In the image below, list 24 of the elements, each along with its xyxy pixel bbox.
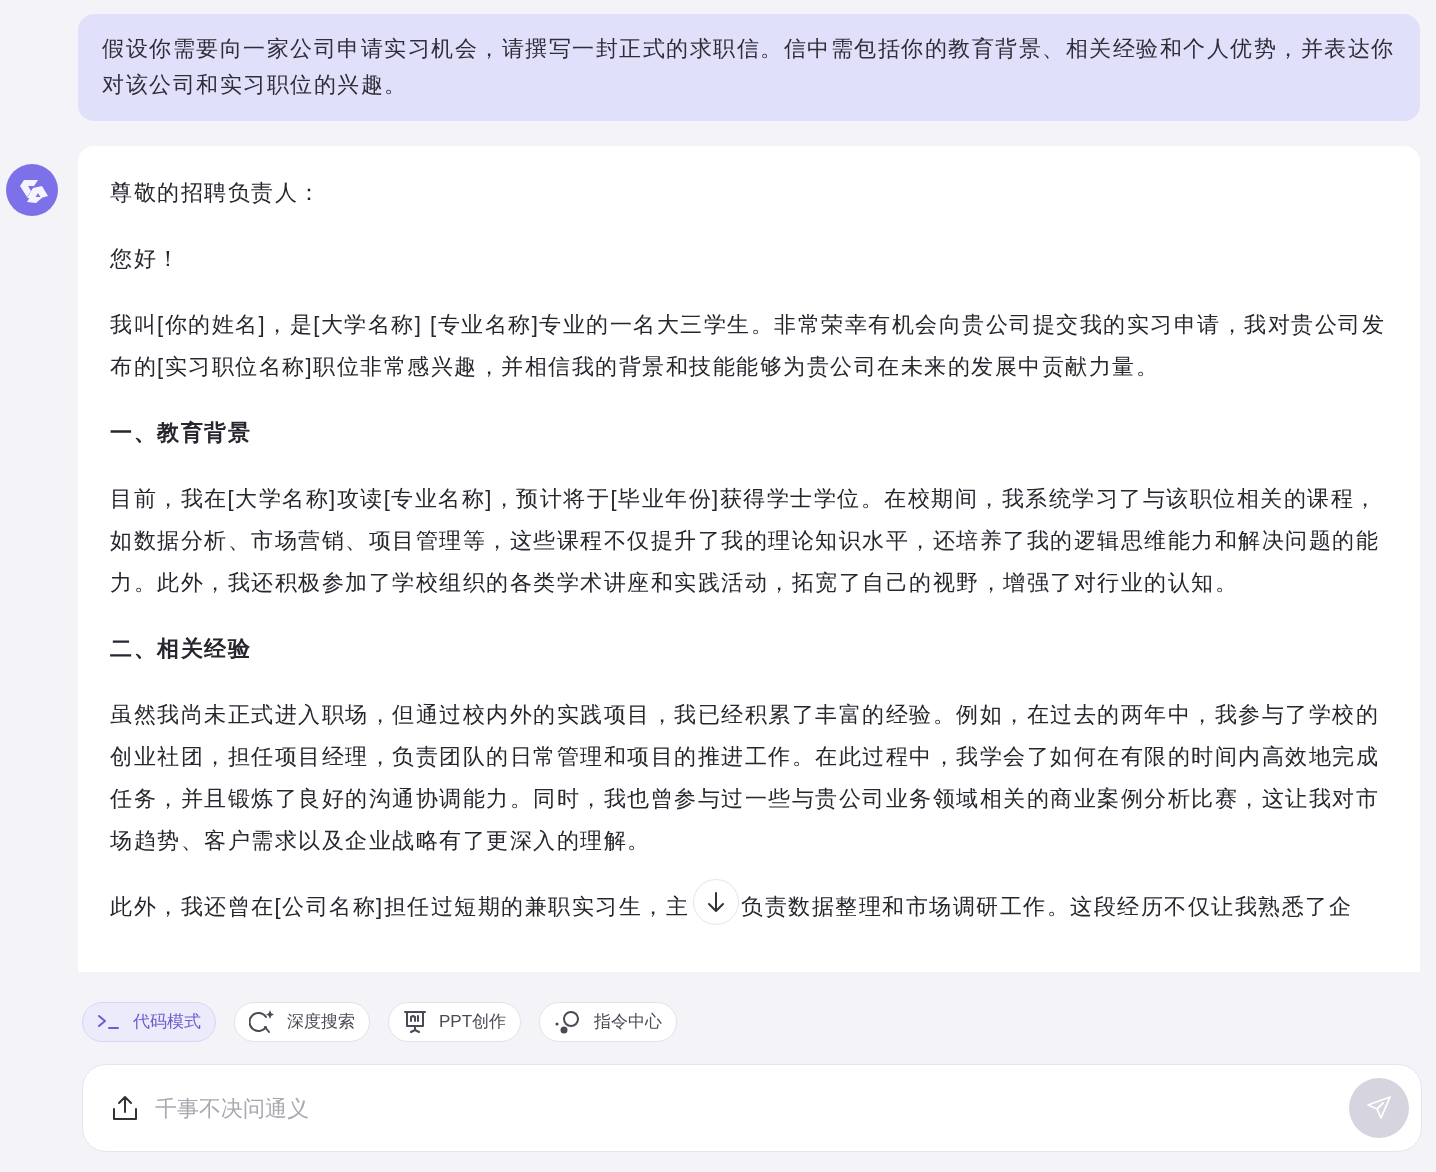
mode-button[interactable]: 代码模式 bbox=[82, 1002, 216, 1042]
paragraph-text: 虽然我尚未正式进入职场，但通过校内外的实践项目，我已经积累了丰富的经验。例如，在过去的两年中，我参与了学校的创业社团，担任项目经理，负责团队的日常管理和项目的推进工作。在此过程中，我学会了如何在有限的时间内高效地完成任务，并且锻炼了良好的沟通协调能力。同时，我也曾参与过一些与贵公司业务领域相关的商业案例分析比赛，这让我对市场趋势、客户需求以及企业战略有了更深入的理解。 bbox=[110, 701, 1380, 855]
paragraph-text: 尊敬的招聘负责人： bbox=[110, 179, 323, 207]
paragraph-text: 目前，我在[大学名称]攻读[专业名称]，预计将于[毕业年份]获得学士学位。在校期间，我系统学习了与该职位相关的课程，如数据分析、市场营销、项目管理等，这些课程不仅提升了我的理论知识水平，还培养了我的逻辑思维能力和解决问题的能力。此外，我还积极参加了学校组织的各类学术讲座和实践活动，拓宽了自己的视野，增强了对行业的认知。 bbox=[110, 485, 1380, 597]
paragraph-text: 您好！ bbox=[110, 245, 182, 273]
mode-button[interactable]: 深度搜索 bbox=[234, 1002, 370, 1042]
scroll-down-button[interactable] bbox=[693, 879, 740, 925]
section-heading: 一、教育背景 bbox=[110, 419, 252, 447]
arrow-down-icon bbox=[706, 891, 727, 913]
paragraph-text: 我叫[你的姓名]，是[大学名称] [专业名称]专业的一名大三学生。非常荣幸有机会向贵公司提交我的实习申请，我对贵公司发布的[实习职位名称]职位非常感兴趣，并相信我的背景和技能能够为贵公司在未来的发展中贡献力量。 bbox=[110, 311, 1387, 381]
mode-button[interactable]: 指令中心 bbox=[539, 1002, 678, 1042]
chat-input-field[interactable]: 千事不决问通义 bbox=[153, 1090, 1335, 1126]
send-icon bbox=[1366, 1095, 1392, 1121]
upload-icon[interactable] bbox=[111, 1094, 139, 1122]
paragraph-text: 负责数据整理和市场调研工作。这段经历不仅让我熟悉了企 bbox=[741, 893, 1353, 921]
prompt-text: 假设你需要向一家公司申请实习机会，请撰写一封正式的求职信。信中需包括你的教育背景、相关经验和个人优势，并表达你对该公司和实习职位的兴趣。 bbox=[102, 35, 1396, 99]
paragraph-text: 此外，我还曾在[公司名称]担任过短期的兼职实习生，主 bbox=[110, 893, 690, 921]
chat-input-box[interactable]: 千事不决问通义 bbox=[82, 1064, 1422, 1152]
section-heading: 二、相关经验 bbox=[110, 635, 252, 663]
search-sparkle-icon bbox=[249, 1009, 275, 1035]
terminal-icon bbox=[97, 1013, 121, 1031]
avatar-icon bbox=[6, 164, 58, 216]
mode-button[interactable]: PPT创作 bbox=[388, 1002, 522, 1042]
presentation-board-icon bbox=[403, 1010, 427, 1034]
